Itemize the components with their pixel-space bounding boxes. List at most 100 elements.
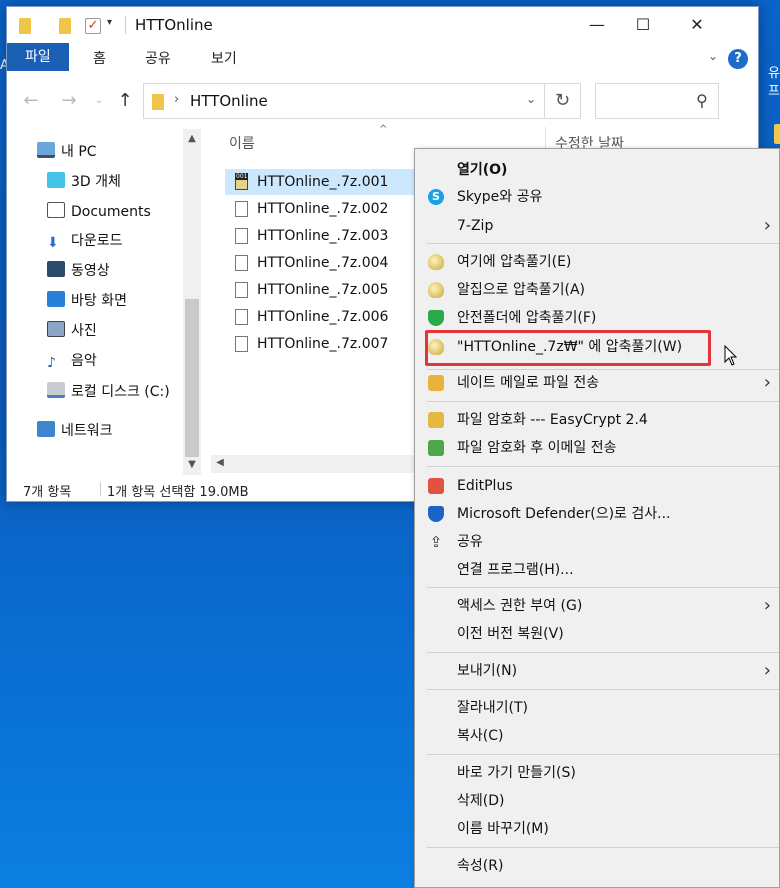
folder-icon [152, 94, 164, 110]
back-button[interactable]: ← [19, 89, 43, 113]
minimize-button[interactable]: — [574, 7, 620, 43]
file-row[interactable]: HTTOnline_.7z.002 [225, 196, 415, 222]
ribbon-tabs: 파일 홈 공유 보기 ⌄ ? [7, 43, 758, 73]
file-icon [235, 228, 248, 244]
nav-item-pictures[interactable]: 사진 [47, 320, 97, 342]
menu-separator [427, 689, 779, 690]
menu-item-open-with[interactable]: 연결 프로그램(H)... [415, 557, 779, 583]
menu-separator [427, 652, 779, 653]
quick-access-dropdown-icon[interactable]: ▾ [107, 17, 112, 28]
breadcrumb-chevron-icon[interactable]: › [174, 92, 179, 107]
nav-item-3d-objects[interactable]: 3D 개체 [47, 171, 121, 193]
menu-item-copy[interactable]: 복사(C) [415, 723, 779, 749]
submenu-arrow-icon: › [763, 215, 771, 236]
address-bar-row: ← → ⌄ ↑ › HTTOnline ⌄ ↻ ⚲ [7, 83, 758, 121]
close-button[interactable]: ✕ [674, 7, 720, 43]
up-button[interactable]: ↑ [113, 89, 137, 113]
nav-item-music[interactable]: ♪ 음악 [47, 350, 97, 372]
nav-item-documents[interactable]: Documents [47, 201, 151, 223]
menu-item-share[interactable]: ⇪ 공유 [415, 529, 779, 555]
scroll-left-icon[interactable]: ◀ [211, 457, 229, 468]
nav-scrollbar-thumb[interactable] [185, 299, 199, 457]
share-icon: ⇪ [429, 533, 443, 551]
tab-view[interactable]: 보기 [193, 47, 255, 71]
nav-item-desktop[interactable]: 바탕 화면 [47, 290, 127, 312]
menu-item-extract-safe-folder[interactable]: 안전폴더에 압축풀기(F) [415, 305, 779, 331]
file-icon [235, 336, 248, 352]
bandizip-icon [428, 282, 444, 298]
title-bar[interactable]: ✓ ▾ HTTOnline — ☐ ✕ [7, 7, 758, 43]
menu-item-nate-mail[interactable]: 네이트 메일로 파일 전송 › [415, 370, 779, 396]
item-count: 7개 항목 [23, 485, 72, 500]
nav-scrollbar[interactable]: ▲ ▼ [183, 129, 201, 475]
mouse-cursor-icon [724, 345, 738, 366]
address-dropdown-icon[interactable]: ⌄ [526, 92, 536, 106]
menu-separator [427, 754, 779, 755]
desktop-folder-icon[interactable] [774, 124, 780, 144]
quick-access-folder-icon[interactable] [59, 18, 71, 34]
file-icon [235, 282, 248, 298]
window-title: HTTOnline [135, 16, 213, 34]
menu-item-delete[interactable]: 삭제(D) [415, 788, 779, 814]
menu-item-grant-access[interactable]: 액세스 권한 부여 (G) › [415, 593, 779, 619]
lock-icon [428, 412, 444, 428]
help-button[interactable]: ? [728, 49, 748, 69]
menu-item-extract-alzip[interactable]: 알집으로 압축풀기(A) [415, 277, 779, 303]
file-row[interactable]: HTTOnline_.7z.007 [225, 331, 415, 357]
refresh-button[interactable]: ↻ [545, 83, 581, 119]
forward-button[interactable]: → [57, 89, 81, 113]
tab-share[interactable]: 공유 [127, 47, 189, 71]
address-field[interactable]: › HTTOnline ⌄ [143, 83, 545, 119]
menu-item-extract-here[interactable]: 여기에 압축풀기(E) [415, 249, 779, 275]
horizontal-scrollbar[interactable]: ◀ [211, 455, 421, 473]
highlight-annotation-box [425, 330, 711, 366]
menu-item-defender-scan[interactable]: Microsoft Defender(으)로 검사... [415, 501, 779, 527]
menu-item-7zip[interactable]: 7-Zip › [415, 213, 779, 239]
menu-item-skype-share[interactable]: S Skype와 공유 [415, 184, 779, 210]
scroll-up-icon[interactable]: ▲ [183, 133, 201, 144]
title-separator [125, 16, 126, 34]
menu-item-easycrypt[interactable]: 파일 암호화 --- EasyCrypt 2.4 [415, 407, 779, 433]
file-row[interactable]: HTTOnline_.7z.001 [225, 169, 415, 195]
bandizip-icon [428, 254, 444, 270]
file-row[interactable]: HTTOnline_.7z.006 [225, 304, 415, 330]
search-input[interactable]: ⚲ [595, 83, 719, 119]
menu-item-send-to[interactable]: 보내기(N) › [415, 658, 779, 684]
menu-item-open[interactable]: 열기(O) [415, 157, 779, 183]
editplus-icon [428, 478, 444, 494]
menu-item-encrypt-email[interactable]: 파일 암호화 후 이메일 전송 [415, 435, 779, 461]
menu-item-properties[interactable]: 속성(R) [415, 853, 779, 879]
menu-item-restore-versions[interactable]: 이전 버전 복원(V) [415, 621, 779, 647]
nav-item-local-disk[interactable]: 로컬 디스크 (C:) [47, 381, 170, 403]
pc-icon [37, 142, 55, 158]
nate-mail-icon [428, 375, 444, 391]
nav-item-videos[interactable]: 동영상 [47, 260, 110, 282]
maximize-button[interactable]: ☐ [620, 7, 666, 43]
nav-item-this-pc[interactable]: 내 PC [37, 141, 97, 163]
desktop-label-fragment: 유 [768, 66, 780, 81]
file-row[interactable]: HTTOnline_.7z.005 [225, 277, 415, 303]
ribbon-expand-icon[interactable]: ⌄ [708, 49, 718, 63]
sort-ascending-icon: ^ [379, 124, 388, 135]
menu-item-cut[interactable]: 잘라내기(T) [415, 695, 779, 721]
breadcrumb-path[interactable]: HTTOnline [190, 92, 268, 110]
tab-file[interactable]: 파일 [7, 43, 69, 71]
defender-icon [428, 506, 444, 522]
network-icon [37, 421, 55, 437]
menu-item-create-shortcut[interactable]: 바로 가기 만들기(S) [415, 760, 779, 786]
column-header-name[interactable]: 이름 [229, 133, 255, 153]
scroll-down-icon[interactable]: ▼ [183, 459, 201, 470]
menu-item-rename[interactable]: 이름 바꾸기(M) [415, 816, 779, 842]
recent-locations-icon[interactable]: ⌄ [87, 89, 111, 113]
menu-item-editplus[interactable]: EditPlus [415, 473, 779, 499]
file-row[interactable]: HTTOnline_.7z.003 [225, 223, 415, 249]
file-row[interactable]: HTTOnline_.7z.004 [225, 250, 415, 276]
nav-item-network[interactable]: 네트워크 [37, 420, 113, 442]
menu-separator [427, 847, 779, 848]
downloads-icon: ⬇ [47, 235, 59, 251]
shield-icon [428, 310, 444, 326]
tab-home[interactable]: 홈 [75, 47, 124, 71]
properties-check-icon[interactable]: ✓ [85, 18, 101, 34]
search-icon: ⚲ [696, 91, 708, 110]
nav-item-downloads[interactable]: ⬇ 다운로드 [47, 230, 123, 252]
